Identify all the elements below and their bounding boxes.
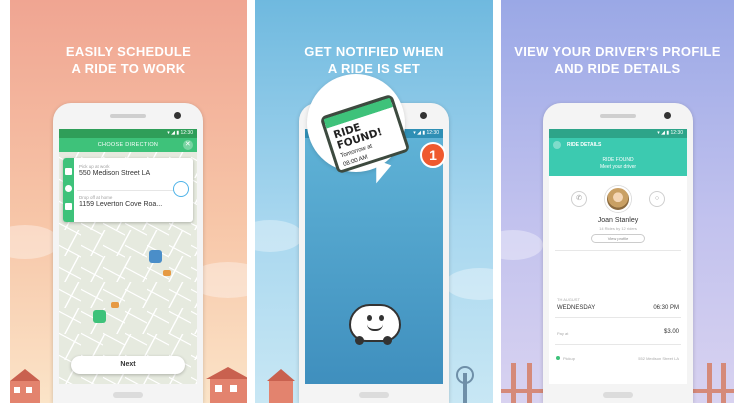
- dropoff-address: 1159 Leverton Cove Roa...: [79, 201, 163, 208]
- car-icon: [111, 302, 119, 308]
- status-bar: ▾ ◢ ▮ 12:30: [59, 129, 197, 138]
- route-card: Pick up at work 550 Medison Street LA Dr…: [63, 158, 193, 222]
- headline-line: EASILY SCHEDULE: [65, 44, 192, 59]
- headline-line: AND RIDE DETAILS: [554, 61, 681, 76]
- panel-notification: GET NOTIFIED WHEN A RIDE IS SET ▾ ◢ ▮ 12…: [255, 0, 493, 403]
- destination-pin-icon[interactable]: [149, 250, 162, 263]
- home-icon: [65, 203, 72, 210]
- phone-call-icon[interactable]: ✆: [571, 191, 587, 207]
- next-button[interactable]: Next: [71, 356, 185, 374]
- phone-mockup: ▾ ◢ ▮ 12:30 CHOOSE DIRECTION ✕ Pick up a…: [53, 103, 203, 403]
- panel-schedule: EASILY SCHEDULE A RIDE TO WORK ▾ ◢ ▮ 12:…: [10, 0, 247, 403]
- dot-icon: [65, 185, 72, 192]
- status-bar: ▾ ◢ ▮ 12:30: [549, 129, 687, 138]
- pickup-row[interactable]: Pick up at work 550 Medison Street LA: [79, 164, 179, 177]
- headline-line: VIEW YOUR DRIVER'S PROFILE: [514, 44, 721, 59]
- headline-line: GET NOTIFIED WHEN: [304, 44, 444, 59]
- phone-screen: ▾ ◢ ▮ 12:30 CHOOSE DIRECTION ✕ Pick up a…: [59, 129, 197, 384]
- notification-badge: 1: [420, 142, 446, 168]
- driver-name: Joan Stanley: [597, 217, 639, 224]
- phone-speaker: [110, 114, 146, 118]
- ride-found-label: RIDE FOUND: [602, 157, 634, 163]
- view-profile-button[interactable]: View profile: [591, 234, 645, 243]
- ride-found-banner: RIDE FOUND Meet your driver: [549, 152, 687, 176]
- driver-rides: 14 Rides by 12 riders: [599, 226, 637, 231]
- phone-camera: [420, 112, 427, 119]
- pickup-label: Pickup: [563, 356, 576, 361]
- meet-driver-label: Meet your driver: [599, 164, 637, 170]
- wazer-mascot-icon: [349, 304, 401, 345]
- pickup-address: 550 Medison Street LA: [79, 170, 151, 177]
- phone-screen: ▾ ◢ ▮ 12:30 RIDE DETAILS RIDE FOUND Meet…: [549, 129, 687, 384]
- date-label: TH AUGUST: [557, 297, 580, 302]
- avatar: [605, 186, 631, 212]
- dropoff-row[interactable]: Drop off at home 1159 Leverton Cove Roa.…: [79, 195, 189, 208]
- divider: [555, 317, 681, 318]
- car-icon: [163, 270, 171, 276]
- app-bar: CHOOSE DIRECTION ✕: [59, 138, 197, 152]
- home-button: [603, 392, 633, 398]
- app-bar-title: RIDE DETAILS: [567, 142, 602, 148]
- briefcase-icon: [65, 168, 72, 175]
- pickup-dot-icon: [556, 356, 560, 360]
- ride-day: WEDNESDAY: [557, 305, 596, 311]
- dropoff-label: Drop off at home: [79, 195, 113, 200]
- divider: [555, 344, 681, 345]
- headline-line: A RIDE TO WORK: [71, 61, 186, 76]
- phone-speaker: [600, 114, 636, 118]
- cloud-decoration: [445, 268, 493, 300]
- panel-driver-profile: VIEW YOUR DRIVER'S PROFILE AND RIDE DETA…: [501, 0, 734, 403]
- headline: EASILY SCHEDULE A RIDE TO WORK: [10, 43, 247, 77]
- price-label: Pay at: [557, 331, 569, 336]
- cloud-decoration: [255, 220, 303, 252]
- headline: GET NOTIFIED WHEN A RIDE IS SET: [255, 43, 493, 77]
- phone-camera: [664, 112, 671, 119]
- headline: VIEW YOUR DRIVER'S PROFILE AND RIDE DETA…: [501, 43, 734, 77]
- cloud-decoration: [501, 230, 543, 260]
- route-icons: [63, 158, 74, 222]
- pickup-address: 552 Medison Street LA: [638, 356, 679, 361]
- pickup-label: Pick up at work: [79, 164, 110, 169]
- close-icon[interactable]: ✕: [183, 140, 193, 150]
- divider: [555, 250, 681, 251]
- phone-mockup: ▾ ◢ ▮ 12:30 RIDE DETAILS RIDE FOUND Meet…: [543, 103, 693, 403]
- headline-line: A RIDE IS SET: [327, 61, 421, 76]
- ride-time: 06:30 PM: [653, 305, 679, 311]
- app-bar: RIDE DETAILS: [549, 138, 687, 152]
- home-button: [359, 392, 389, 398]
- back-icon[interactable]: [553, 141, 561, 149]
- ride-price: $3.00: [663, 329, 679, 335]
- swap-direction-icon[interactable]: [173, 181, 189, 197]
- origin-pin-icon[interactable]: [93, 310, 106, 323]
- home-button: [113, 392, 143, 398]
- phone-camera: [174, 112, 181, 119]
- message-icon[interactable]: ○: [649, 191, 665, 207]
- app-bar-title: CHOOSE DIRECTION: [97, 142, 159, 148]
